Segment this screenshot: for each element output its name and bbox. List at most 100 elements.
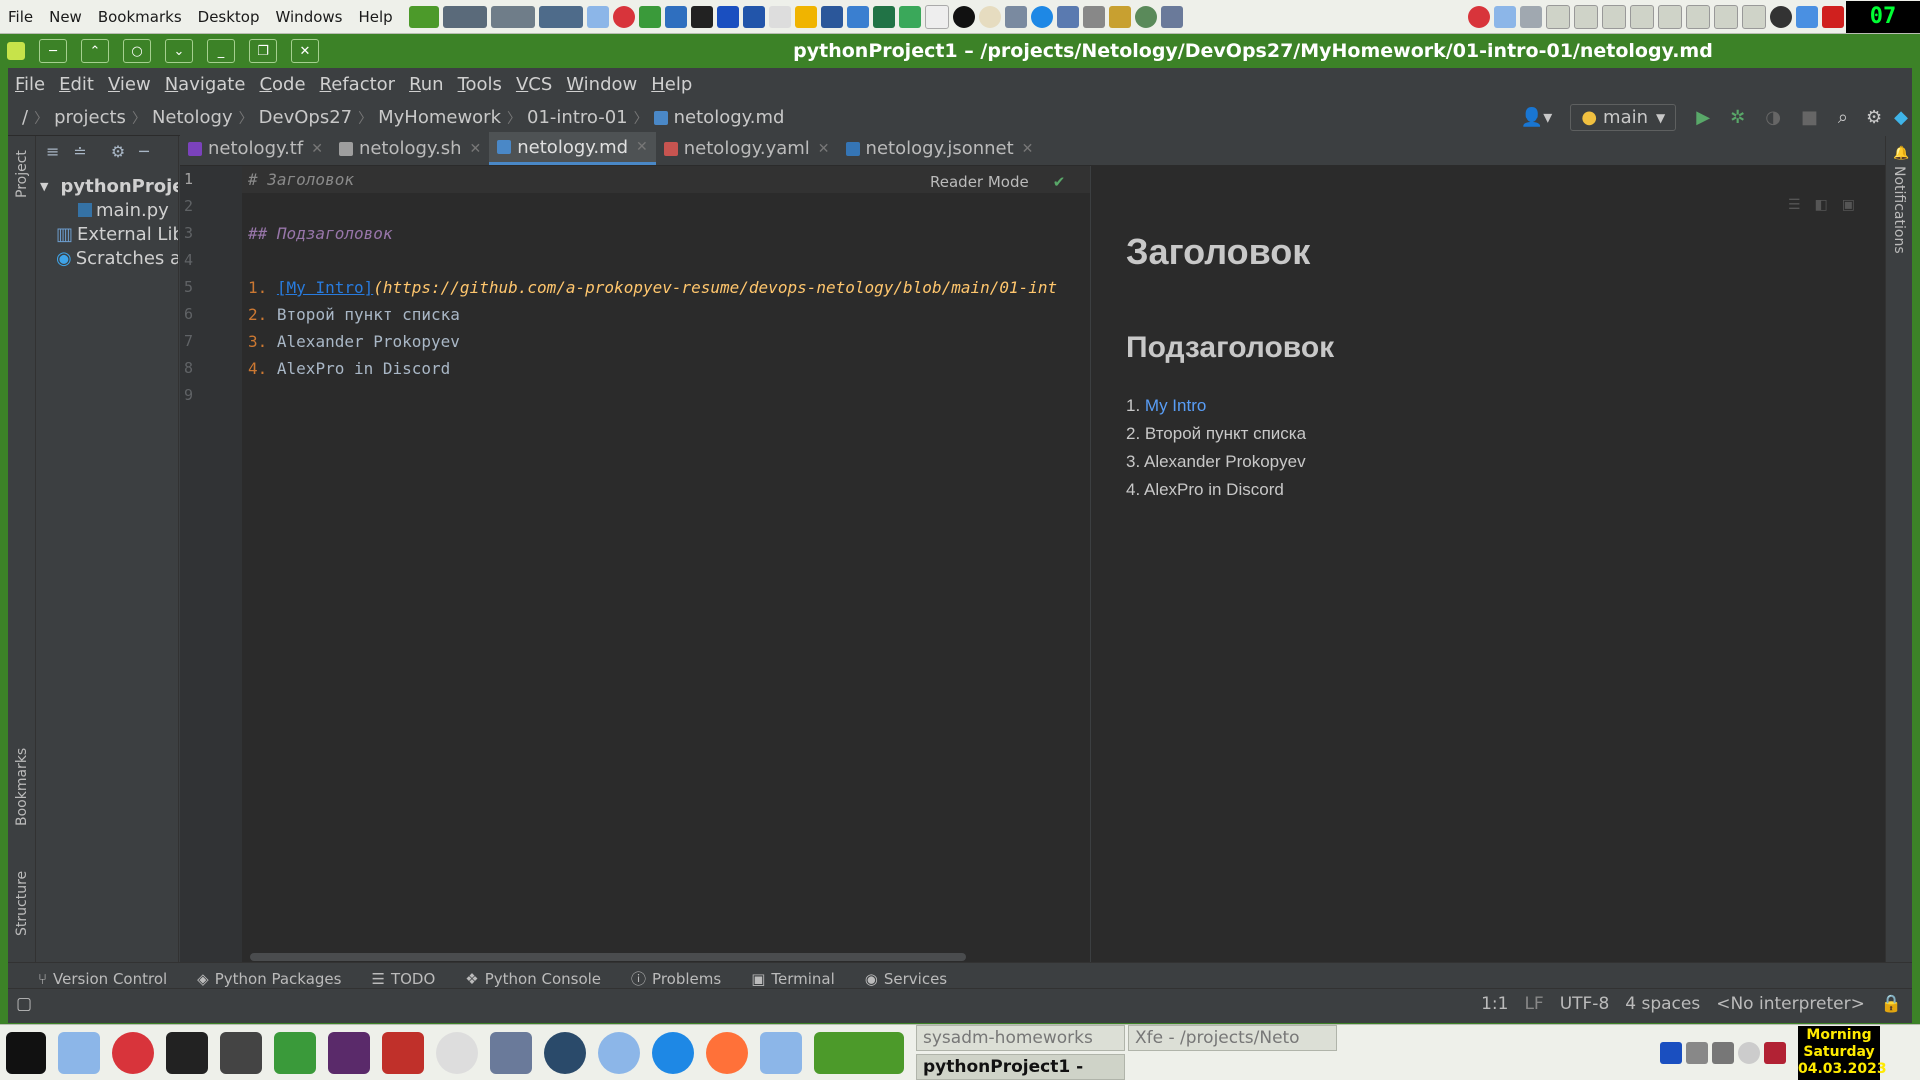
raise-icon[interactable]: [1574, 4, 1598, 29]
tools-icon[interactable]: [1520, 5, 1542, 28]
gear-icon[interactable]: ⚙: [1866, 107, 1882, 128]
task-sysadm-homeworks[interactable]: sysadm-homeworks: [916, 1025, 1125, 1051]
window-minimize-icon[interactable]: _: [207, 39, 235, 63]
window-shade-icon[interactable]: ─: [39, 39, 67, 63]
close-icon[interactable]: ✕: [818, 141, 830, 157]
mail-icon[interactable]: [586, 5, 609, 28]
anydesk-icon[interactable]: [112, 1031, 154, 1074]
ide-menu-file[interactable]: File: [8, 74, 52, 95]
browser-icon[interactable]: [1030, 5, 1053, 28]
calculator-icon[interactable]: [328, 1031, 370, 1074]
menu-new[interactable]: New: [41, 8, 90, 26]
window-sticky-icon[interactable]: ○: [123, 39, 151, 63]
breadcrumb-root[interactable]: /: [22, 107, 28, 128]
close-icon[interactable]: ✕: [1022, 141, 1034, 157]
project-tool-button[interactable]: Project: [14, 150, 30, 198]
tray-tools-icon[interactable]: [1712, 1041, 1734, 1064]
problems-button[interactable]: ⓘ Problems: [631, 968, 721, 989]
md-link-text[interactable]: [My Intro]: [277, 278, 373, 297]
tab-netology-yaml[interactable]: netology.yaml ✕: [656, 132, 838, 165]
close-icon[interactable]: ✕: [311, 141, 323, 157]
double-commander-icon[interactable]: [382, 1031, 424, 1074]
editor-icon[interactable]: [274, 1031, 316, 1074]
ae-icon[interactable]: [1658, 4, 1682, 29]
ide-menu-view[interactable]: View: [101, 74, 158, 95]
ide-menu-tools[interactable]: Tools: [451, 74, 509, 95]
preview-only-icon[interactable]: ▣: [1842, 196, 1855, 213]
network-tool-icon[interactable]: [598, 1031, 640, 1074]
mail-icon[interactable]: [58, 1031, 100, 1074]
version-control-button[interactable]: ⑂ Version Control: [38, 970, 167, 988]
tab-netology-tf[interactable]: netology.tf ✕: [180, 132, 331, 165]
books-icon[interactable]: [768, 5, 791, 28]
send-mail-icon[interactable]: [760, 1031, 802, 1074]
archive-icon[interactable]: [1108, 5, 1131, 28]
ide-menu-code[interactable]: Code: [252, 74, 312, 95]
calendar-icon[interactable]: [716, 5, 739, 28]
window-close-icon[interactable]: ✕: [291, 39, 319, 63]
network-tray-icon[interactable]: [1660, 1041, 1682, 1064]
toggle-tool-windows-icon[interactable]: ▢: [16, 994, 32, 1014]
ide-menu-vcs[interactable]: VCS: [509, 74, 559, 95]
send-icon[interactable]: [1494, 5, 1516, 28]
ide-menu-edit[interactable]: Edit: [52, 74, 101, 95]
window-titlebar[interactable]: ─ ⌃ ○ ⌄ _ ❐ ✕ pythonProject1 – /projects…: [0, 34, 1920, 68]
image-viewer-icon[interactable]: [742, 5, 765, 28]
interpreter-selector[interactable]: <No interpreter>: [1716, 994, 1865, 1014]
word-icon[interactable]: [820, 5, 843, 28]
k-app-icon[interactable]: [436, 1031, 478, 1074]
file-encoding[interactable]: UTF-8: [1560, 994, 1610, 1014]
preview-link[interactable]: My Intro: [1145, 396, 1206, 415]
breadcrumb-projects[interactable]: projects: [54, 107, 126, 128]
ide-menu-help[interactable]: Help: [644, 74, 699, 95]
tree-item-external-libraries[interactable]: ▥ External Libraries: [36, 222, 178, 246]
window-up-icon[interactable]: ⌃: [81, 39, 109, 63]
md-link-url[interactable]: (https://github.com/a-prokopyev-resume/d…: [373, 278, 1057, 297]
tab-netology-jsonnet[interactable]: netology.jsonnet ✕: [838, 132, 1042, 165]
disk-utility-icon[interactable]: [544, 1031, 586, 1074]
breadcrumb-file[interactable]: netology.md: [674, 107, 785, 128]
tab-netology-sh[interactable]: netology.sh ✕: [331, 132, 489, 165]
breadcrumb-devops27[interactable]: DevOps27: [259, 107, 352, 128]
keyboard-layout-icon[interactable]: [1764, 1041, 1786, 1064]
window-app-icon[interactable]: [7, 42, 25, 60]
expand-all-icon[interactable]: ≡: [46, 142, 59, 161]
firefox-icon[interactable]: [706, 1031, 748, 1074]
lock-icon[interactable]: 🔒: [1881, 994, 1902, 1014]
pdf-icon[interactable]: [924, 4, 949, 29]
ide-menu-navigate[interactable]: Navigate: [158, 74, 253, 95]
panel-gear-icon[interactable]: ⚙: [111, 142, 125, 161]
tree-item-project[interactable]: ▼ pythonProject1: [36, 174, 178, 198]
account-icon[interactable]: 👤▾: [1521, 107, 1552, 128]
ide-menu-window[interactable]: Window: [559, 74, 644, 95]
breadcrumb-intro[interactable]: 01-intro-01: [527, 107, 628, 128]
caret-position[interactable]: 1:1: [1481, 994, 1508, 1014]
notifications-tool-button[interactable]: Notifications: [1891, 166, 1907, 254]
hand-icon[interactable]: [1742, 4, 1766, 29]
ie-icon[interactable]: [652, 1031, 694, 1074]
workspace-pager[interactable]: [814, 1031, 904, 1074]
reader-mode-button[interactable]: Reader Mode: [930, 173, 1029, 191]
python-console-button[interactable]: ❖ Python Console: [465, 970, 601, 988]
ide-menu-refactor[interactable]: Refactor: [313, 74, 403, 95]
notes-icon[interactable]: [794, 5, 817, 28]
network-icon[interactable]: [664, 5, 687, 28]
pycharm-icon[interactable]: [166, 1031, 208, 1074]
workspace-2-icon[interactable]: [442, 5, 487, 28]
tab-netology-md[interactable]: netology.md ✕: [489, 132, 656, 165]
editor-only-icon[interactable]: ☰: [1788, 196, 1801, 213]
indent-setting[interactable]: 4 spaces: [1625, 994, 1700, 1014]
menu-help[interactable]: Help: [350, 8, 400, 26]
window-down-icon[interactable]: ⌄: [165, 39, 193, 63]
up-arrow-icon[interactable]: [1546, 4, 1570, 29]
tray-clock-icon[interactable]: [1738, 1041, 1760, 1064]
minimize-all-icon[interactable]: [1602, 4, 1626, 29]
close-icon[interactable]: ✕: [470, 141, 482, 157]
run-icon[interactable]: ▶: [1696, 107, 1710, 128]
tree-item-scratches[interactable]: ◉ Scratches and Consoles: [36, 246, 178, 270]
numlock-icon[interactable]: [1686, 4, 1710, 29]
menu-bookmarks[interactable]: Bookmarks: [90, 8, 190, 26]
close-icon[interactable]: ✕: [636, 139, 648, 155]
structure-tool-button[interactable]: Structure: [14, 871, 30, 936]
split-view-icon[interactable]: ◧: [1815, 196, 1828, 213]
